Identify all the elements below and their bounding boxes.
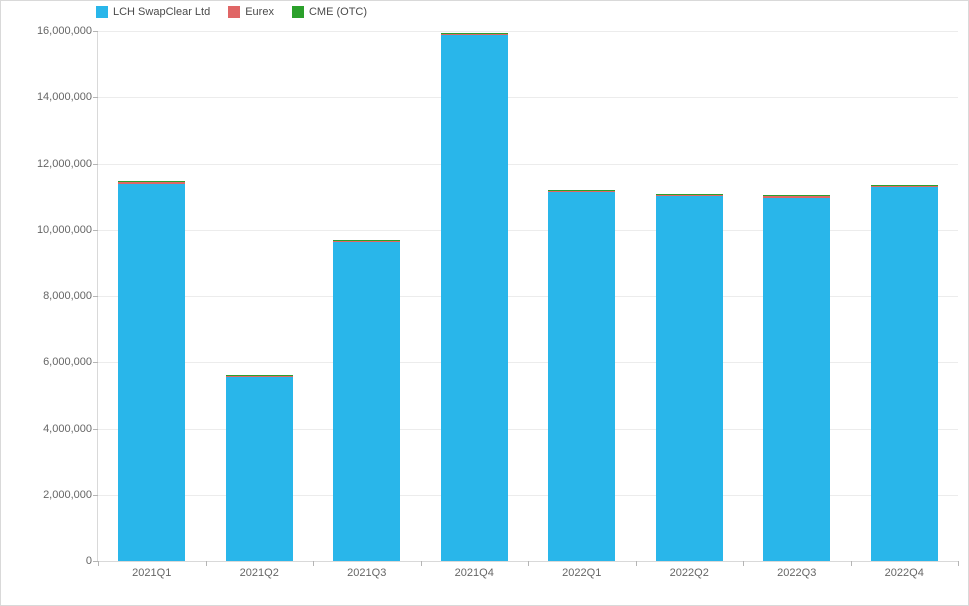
x-tick-label: 2021Q2 — [240, 561, 279, 579]
x-tick-label: 2021Q3 — [347, 561, 386, 579]
y-tick-label: 10,000,000 — [37, 224, 98, 236]
x-tick-mark — [421, 561, 422, 566]
x-tick-mark — [313, 561, 314, 566]
y-tick-label: 14,000,000 — [37, 91, 98, 103]
bar-segment[interactable] — [441, 35, 508, 561]
bar-stack — [548, 190, 615, 561]
y-gridline — [98, 97, 958, 98]
y-tick-label: 2,000,000 — [43, 489, 98, 501]
bar-stack — [441, 33, 508, 561]
x-tick-label: 2022Q3 — [777, 561, 816, 579]
y-tick-label: 12,000,000 — [37, 158, 98, 170]
legend-swatch — [228, 6, 240, 18]
bar-segment[interactable] — [871, 187, 938, 561]
bar-segment[interactable] — [548, 192, 615, 561]
x-tick-mark — [98, 561, 99, 566]
x-tick-label: 2022Q4 — [885, 561, 924, 579]
x-tick-label: 2022Q1 — [562, 561, 601, 579]
x-tick-mark — [528, 561, 529, 566]
bar-segment[interactable] — [226, 377, 293, 561]
legend-label: CME (OTC) — [309, 6, 367, 18]
bar-stack — [656, 194, 723, 561]
x-tick-mark — [958, 561, 959, 566]
legend-label: Eurex — [245, 6, 274, 18]
y-gridline — [98, 31, 958, 32]
legend: LCH SwapClear Ltd Eurex CME (OTC) — [96, 6, 367, 18]
x-tick-mark — [743, 561, 744, 566]
legend-item[interactable]: CME (OTC) — [292, 6, 367, 18]
y-tick-label: 8,000,000 — [43, 290, 98, 302]
x-tick-label: 2022Q2 — [670, 561, 709, 579]
bar-segment[interactable] — [333, 242, 400, 561]
x-tick-mark — [636, 561, 637, 566]
x-tick-mark — [851, 561, 852, 566]
x-tick-label: 2021Q1 — [132, 561, 171, 579]
bar-stack — [333, 240, 400, 561]
x-tick-mark — [206, 561, 207, 566]
y-tick-label: 4,000,000 — [43, 423, 98, 435]
bar-segment[interactable] — [118, 184, 185, 561]
legend-item[interactable]: LCH SwapClear Ltd — [96, 6, 210, 18]
y-tick-label: 16,000,000 — [37, 25, 98, 37]
bar-stack — [118, 181, 185, 561]
x-tick-label: 2021Q4 — [455, 561, 494, 579]
bar-segment[interactable] — [656, 196, 723, 561]
chart-frame: LCH SwapClear LtdEurexCME (OTC) 02,000,0… — [0, 0, 969, 606]
bar-stack — [871, 185, 938, 561]
bar-stack — [763, 195, 830, 561]
legend-swatch — [292, 6, 304, 18]
bar-segment[interactable] — [763, 198, 830, 561]
y-tick-label: 6,000,000 — [43, 356, 98, 368]
legend-label: LCH SwapClear Ltd — [113, 6, 210, 18]
y-gridline — [98, 164, 958, 165]
plot-area: 02,000,0004,000,0006,000,0008,000,00010,… — [97, 31, 958, 562]
legend-swatch — [96, 6, 108, 18]
bar-stack — [226, 375, 293, 561]
y-tick-label: 0 — [86, 555, 98, 567]
legend-item[interactable]: Eurex — [228, 6, 274, 18]
